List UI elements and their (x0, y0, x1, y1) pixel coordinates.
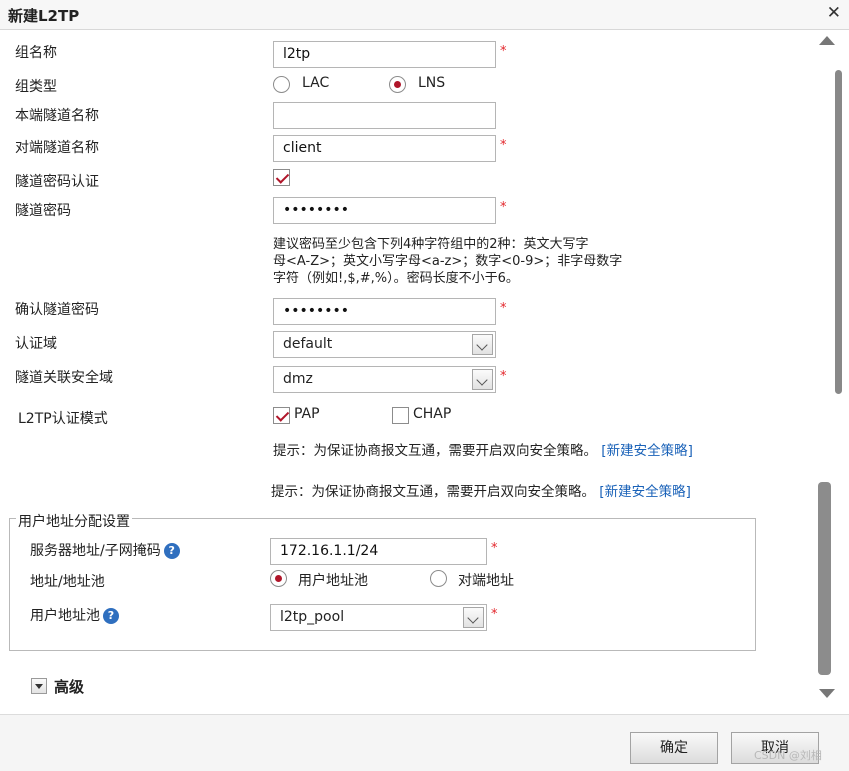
dialog-footer: 确定 取消 CSDN @刘相 (0, 714, 849, 771)
user-pool-label-text: 用户地址池 (30, 608, 100, 624)
chevron-down-icon[interactable] (463, 607, 484, 628)
close-icon[interactable]: ✕ (827, 3, 841, 23)
password-hint-line: 字符（例如!,$,#,%）。密码长度不小于6。 (273, 271, 519, 286)
auth-domain-select[interactable]: default (273, 331, 496, 358)
chevron-down-icon[interactable] (472, 369, 493, 390)
radio-lns-label: LNS (418, 75, 446, 91)
tunnel-password-auth-checkbox[interactable] (273, 169, 290, 186)
local-tunnel-name-label: 本端隧道名称 (15, 108, 99, 124)
expand-icon[interactable] (31, 678, 47, 694)
user-pool-select[interactable]: l2tp_pool (270, 604, 487, 631)
radio-lns[interactable] (389, 76, 406, 93)
dialog-title: 新建L2TP (8, 7, 80, 25)
scrollbar-thumb[interactable] (835, 70, 842, 394)
scrollbar-thumb-secondary[interactable] (818, 482, 831, 675)
user-pool-value: l2tp_pool (280, 609, 345, 625)
watermark: CSDN @刘相 (754, 749, 822, 762)
group-name-input[interactable]: l2tp (273, 41, 496, 68)
local-tunnel-name-input[interactable] (273, 102, 496, 129)
ok-button[interactable]: 确定 (630, 732, 718, 764)
required-mark: * (500, 301, 507, 316)
chap-label: CHAP (413, 406, 452, 422)
tunnel-password-label: 隧道密码 (15, 203, 71, 219)
security-policy-hint-duplicate: 提示：为保证协商报文互通，需要开启双向安全策略。 [新建安全策略] (271, 484, 691, 501)
group-name-label: 组名称 (15, 45, 57, 61)
password-hint-line: 母<A-Z>；英文小写字母<a-z>；数字<0-9>；非字母数字 (273, 254, 623, 269)
required-mark: * (500, 138, 507, 153)
group-type-label: 组类型 (15, 79, 57, 95)
password-hint: 建议密码至少包含下列4种字符组中的2种：英文大写字 母<A-Z>；英文小写字母<… (273, 236, 622, 287)
security-policy-hint-text: 提示：为保证协商报文互通，需要开启双向安全策略。 (271, 484, 595, 500)
user-address-legend: 用户地址分配设置 (16, 511, 132, 531)
radio-peer-address-label: 对端地址 (458, 573, 514, 589)
server-address-label: 服务器地址/子网掩码? (30, 540, 180, 560)
auth-domain-label: 认证域 (15, 336, 57, 352)
required-mark: * (491, 541, 498, 556)
address-mode-label: 地址/地址池 (30, 574, 105, 590)
required-mark: * (500, 369, 507, 384)
pap-label: PAP (294, 406, 320, 422)
radio-peer-address[interactable] (430, 570, 447, 587)
server-address-label-text: 服务器地址/子网掩码 (30, 543, 161, 559)
tunnel-security-zone-label: 隧道关联安全域 (15, 370, 113, 386)
radio-user-pool[interactable] (270, 570, 287, 587)
scroll-up-arrow-icon[interactable] (819, 36, 835, 45)
confirm-password-label: 确认隧道密码 (15, 302, 99, 318)
user-pool-label: 用户地址池? (30, 605, 119, 625)
required-mark: * (500, 44, 507, 59)
advanced-section-label[interactable]: 高级 (54, 676, 84, 697)
security-policy-hint-text: 提示：为保证协商报文互通，需要开启双向安全策略。 (273, 443, 597, 459)
security-policy-hint: 提示：为保证协商报文互通，需要开启双向安全策略。 [新建安全策略] (273, 443, 693, 460)
dialog-content: 组名称 l2tp * 组类型 LAC LNS 本端隧道名称 对端隧道名称 cli… (0, 30, 849, 714)
help-icon[interactable]: ? (163, 543, 180, 559)
password-hint-line: 建议密码至少包含下列4种字符组中的2种：英文大写字 (273, 237, 589, 252)
new-security-policy-link[interactable]: [新建安全策略] (601, 443, 693, 459)
help-icon[interactable]: ? (103, 608, 119, 624)
tunnel-password-input[interactable]: •••••••• (273, 197, 496, 224)
chap-checkbox[interactable] (392, 407, 409, 424)
dialog-titlebar: 新建L2TP ✕ (0, 0, 849, 30)
radio-lac-label: LAC (302, 75, 330, 91)
chevron-down-icon[interactable] (472, 334, 493, 355)
tunnel-password-auth-label: 隧道密码认证 (15, 174, 99, 190)
peer-tunnel-name-input[interactable]: client (273, 135, 496, 162)
peer-tunnel-name-label: 对端隧道名称 (15, 140, 99, 156)
scroll-down-arrow-icon[interactable] (819, 689, 835, 698)
required-mark: * (500, 200, 507, 215)
server-address-input[interactable]: 172.16.1.1/24 (270, 538, 487, 565)
required-mark: * (491, 607, 498, 622)
l2tp-auth-mode-label: L2TP认证模式 (18, 411, 108, 427)
auth-domain-value: default (283, 336, 333, 352)
pap-checkbox[interactable] (273, 407, 290, 424)
radio-user-pool-label: 用户地址池 (298, 573, 368, 589)
radio-lac[interactable] (273, 76, 290, 93)
tunnel-security-zone-select[interactable]: dmz (273, 366, 496, 393)
tunnel-security-zone-value: dmz (283, 371, 313, 387)
new-security-policy-link[interactable]: [新建安全策略] (599, 484, 691, 500)
confirm-password-input[interactable]: •••••••• (273, 298, 496, 325)
